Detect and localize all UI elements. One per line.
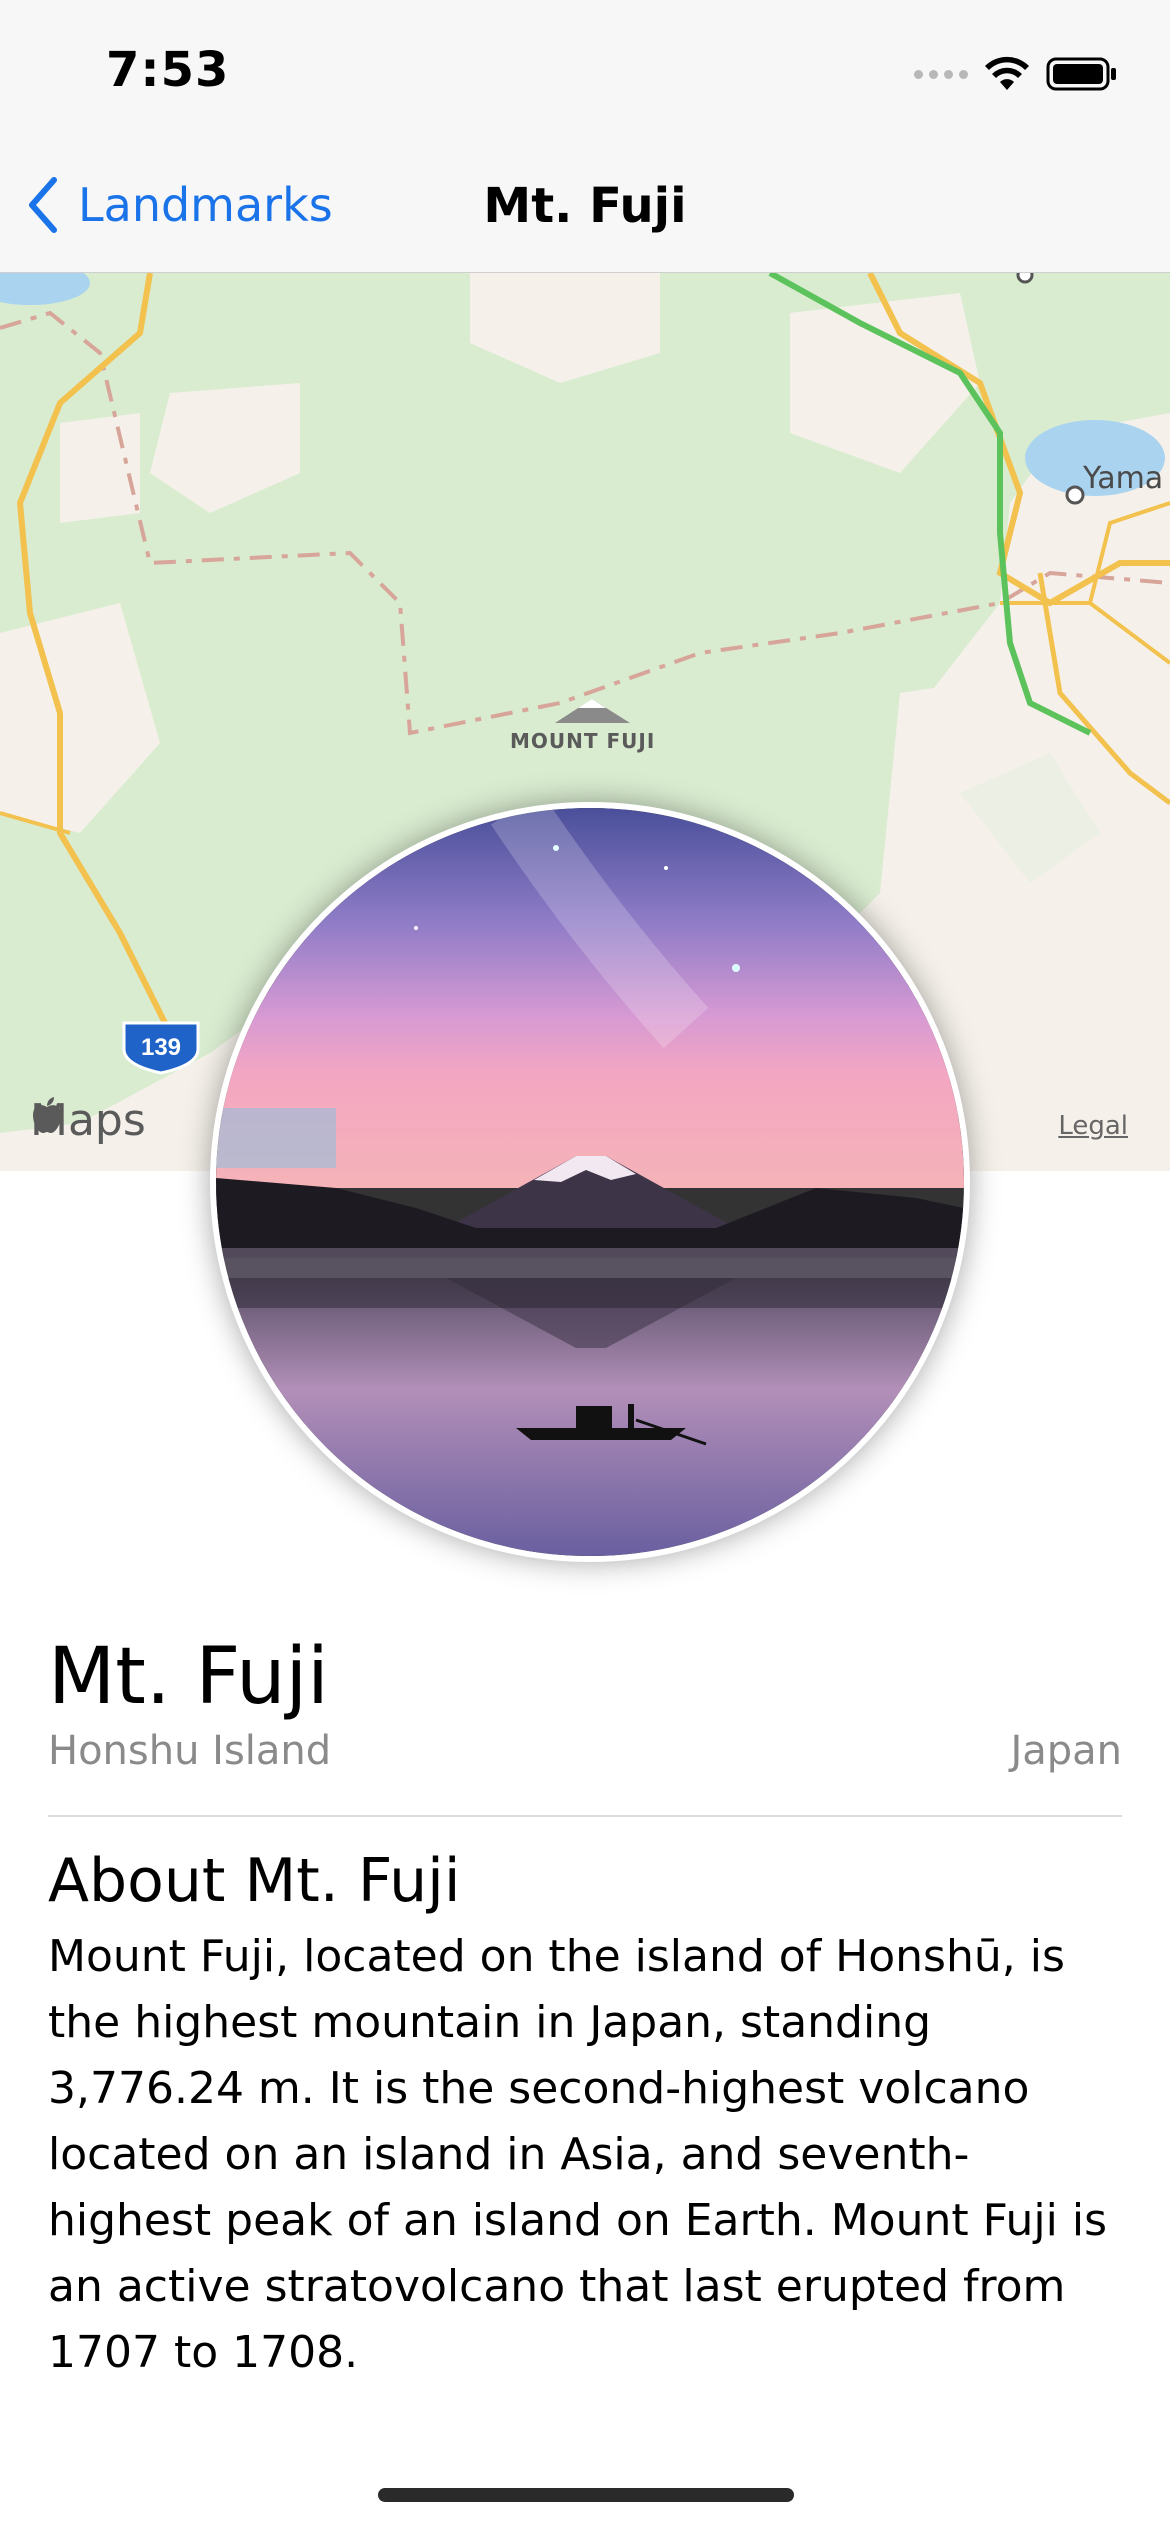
- landmark-photo: [210, 802, 970, 1562]
- about-description: Mount Fuji, located on the island of Hon…: [48, 1931, 1107, 2378]
- top-bar: 7:53 Landmarks Mt. Fuji: [0, 0, 1170, 273]
- route-badge: 139: [118, 1019, 204, 1075]
- legal-link[interactable]: Legal: [1058, 1111, 1128, 1141]
- landmark-state: Japan: [1010, 1728, 1122, 1774]
- cellular-signal-icon: [914, 69, 968, 79]
- map-city-label: Yama: [1083, 461, 1164, 496]
- divider: [48, 1815, 1122, 1817]
- status-icons: [914, 54, 1118, 94]
- home-indicator[interactable]: [378, 2488, 794, 2502]
- battery-icon: [1046, 57, 1116, 91]
- map-landmark-label: MOUNT FUJI: [510, 729, 656, 753]
- wifi-icon: [985, 56, 1029, 90]
- landmark-name: Mt. Fuji: [48, 1632, 329, 1722]
- landmark-park: Honshu Island: [48, 1728, 332, 1774]
- page-title: Mt. Fuji: [483, 178, 687, 234]
- maps-attribution: Maps: [30, 1095, 146, 1146]
- route-number: 139: [141, 1034, 181, 1061]
- about-title: About Mt. Fuji: [48, 1846, 461, 1916]
- status-time: 7:53: [106, 42, 230, 98]
- apple-logo-icon: [33, 1097, 61, 1133]
